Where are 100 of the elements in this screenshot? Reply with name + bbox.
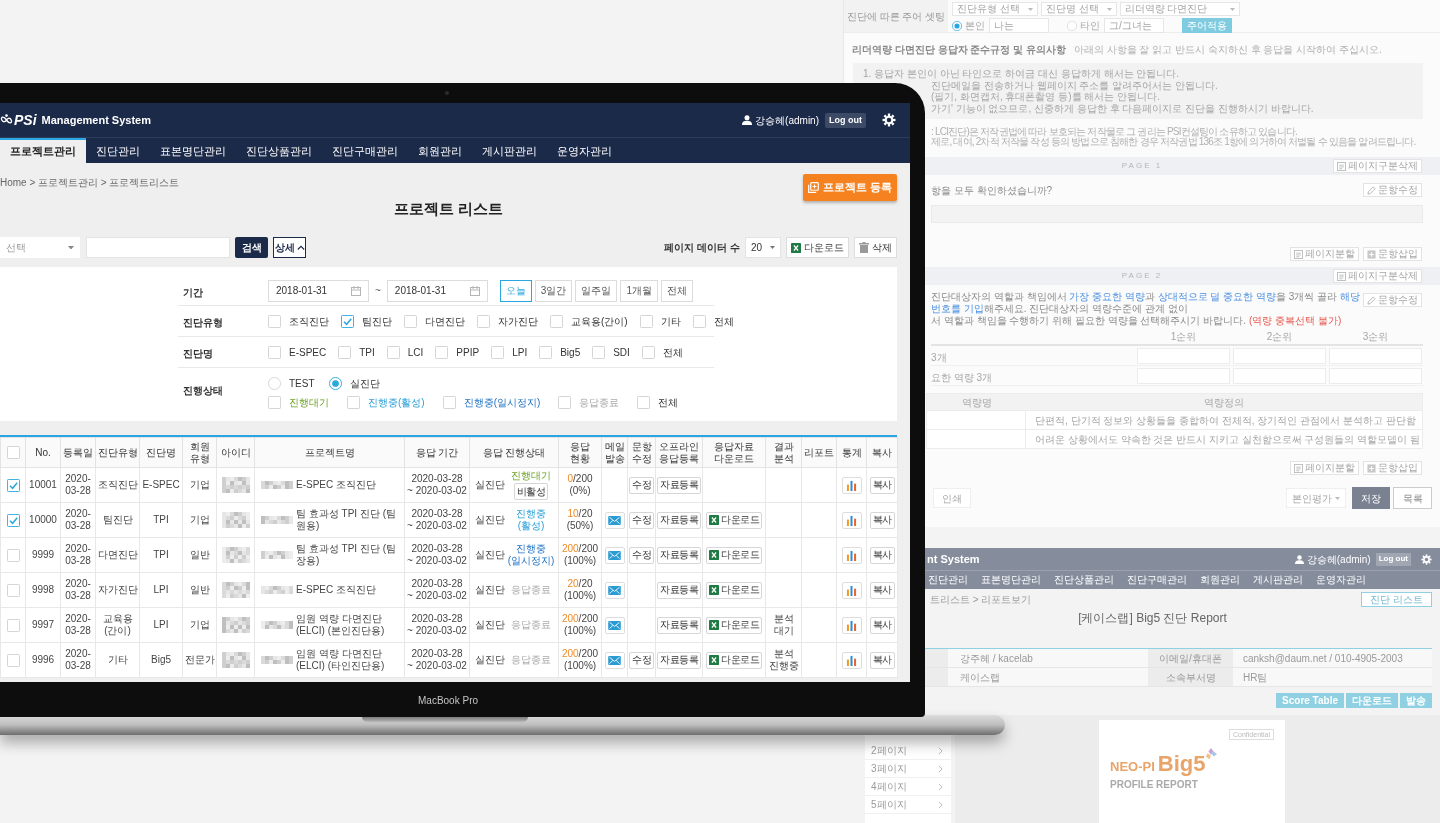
copy-button[interactable]: 복사 — [869, 476, 895, 494]
detail-button[interactable]: 상세 — [273, 237, 306, 258]
range-button[interactable]: 1개월 — [620, 279, 658, 302]
radio-button[interactable] — [952, 20, 962, 31]
checkbox[interactable] — [6, 478, 20, 492]
checkbox[interactable] — [477, 314, 490, 328]
upload-button[interactable]: 자료등록 — [657, 651, 701, 669]
nav-tab[interactable]: 표본명단관리 — [150, 138, 236, 163]
download-button[interactable]: 다운로드 — [786, 237, 849, 258]
checkbox[interactable] — [550, 314, 563, 328]
edit-button[interactable]: 수정 — [629, 651, 654, 669]
delete-button[interactable]: 삭제 — [854, 237, 897, 258]
checkbox[interactable] — [639, 314, 653, 328]
checkbox[interactable] — [6, 548, 20, 562]
radio-button[interactable] — [1067, 20, 1077, 31]
list-button[interactable]: 목록 — [1393, 487, 1432, 509]
range-button[interactable]: 전체 — [660, 279, 693, 302]
rank-field[interactable] — [1329, 347, 1422, 364]
checkbox[interactable] — [539, 345, 553, 359]
caret-down-icon — [1335, 496, 1340, 500]
mail-button[interactable] — [604, 511, 625, 529]
checkbox[interactable] — [442, 396, 456, 409]
edit-button[interactable]: 수정 — [629, 511, 654, 529]
breadcrumb: 트리스트 > 리포트보기 — [930, 594, 1032, 606]
rank-field[interactable] — [1137, 347, 1230, 364]
mail-button[interactable] — [604, 651, 625, 669]
nav-tab[interactable]: 회원관리 — [408, 138, 472, 163]
nav-tab[interactable]: 프로젝트관리 — [0, 138, 86, 163]
period-start: 2020-03-28 — [411, 543, 463, 555]
checkbox[interactable] — [341, 314, 354, 328]
stats-button[interactable] — [841, 651, 862, 669]
checkbox[interactable] — [6, 446, 20, 459]
upload-button[interactable]: 자료등록 — [657, 511, 701, 529]
copy-button[interactable]: 복사 — [869, 616, 895, 634]
checkbox[interactable] — [6, 653, 20, 667]
checkbox[interactable] — [435, 345, 449, 359]
nav-tab[interactable]: 진단구매관리 — [322, 138, 408, 163]
checkbox[interactable] — [637, 396, 651, 409]
checkbox[interactable] — [6, 583, 20, 597]
checkbox[interactable] — [268, 314, 281, 328]
upload-button[interactable]: 자료등록 — [657, 616, 701, 634]
edit-button[interactable]: 수정 — [629, 546, 654, 564]
download-button[interactable]: 다운로드 — [706, 651, 762, 669]
upload-button[interactable]: 자료등록 — [657, 476, 701, 494]
radio-button[interactable] — [268, 377, 281, 390]
edit-button[interactable]: 수정 — [629, 476, 654, 494]
download-button[interactable]: 다운로드 — [706, 546, 762, 564]
copy-button[interactable]: 복사 — [869, 651, 895, 669]
checkbox[interactable] — [491, 345, 505, 359]
range-button[interactable]: 3일간 — [534, 279, 573, 302]
search-button[interactable]: 검색 — [235, 237, 268, 258]
checkbox[interactable] — [6, 513, 20, 527]
checkbox[interactable] — [404, 314, 417, 328]
stats-button[interactable] — [841, 581, 862, 599]
date-field[interactable]: 2018-01-31 — [268, 279, 369, 302]
upload-button[interactable]: 자료등록 — [657, 581, 701, 599]
range-button[interactable]: 일주일 — [575, 279, 618, 302]
nav-tab[interactable]: 게시판관리 — [472, 138, 547, 163]
checkbox[interactable] — [386, 345, 400, 359]
radio-button[interactable] — [328, 377, 342, 390]
checkbox[interactable] — [268, 345, 281, 359]
upload-button[interactable]: 자료등록 — [657, 546, 701, 564]
mail-button[interactable] — [604, 581, 625, 599]
checkbox[interactable] — [268, 396, 281, 409]
download-button[interactable]: 다운로드 — [706, 511, 762, 529]
project-name: 임원 역량 다면진단(ELCI) (타인진단용) — [296, 648, 386, 672]
save-button[interactable]: 저장 — [1352, 487, 1390, 509]
stats-button[interactable] — [841, 476, 862, 494]
nav-tab[interactable]: 진단관리 — [86, 138, 150, 163]
info-value: 케이스랩 — [948, 668, 1148, 686]
mail-button[interactable] — [604, 616, 625, 634]
logout-button[interactable]: Log out — [825, 112, 866, 128]
date-field[interactable]: 2018-01-31 — [386, 279, 488, 302]
deactivate-button[interactable]: 비활성 — [513, 483, 549, 500]
checkbox-label: LCI — [407, 345, 424, 360]
download-button[interactable]: 다운로드 — [706, 581, 762, 599]
copy-button[interactable]: 복사 — [869, 511, 895, 529]
checkbox[interactable] — [6, 618, 20, 632]
checkbox[interactable] — [338, 345, 352, 359]
stats-button[interactable] — [841, 616, 862, 634]
stats-button[interactable] — [841, 511, 862, 529]
checkbox-label: 전체 — [662, 345, 683, 360]
checkbox[interactable] — [347, 396, 360, 409]
settings-icon[interactable] — [882, 113, 896, 127]
nav-tab[interactable]: 진단상품관리 — [236, 138, 322, 163]
download-button[interactable]: 다운로드 — [706, 616, 762, 634]
rank-field[interactable] — [1233, 347, 1326, 364]
copy-button[interactable]: 복사 — [869, 581, 895, 599]
status-text: 응답종료 — [511, 619, 551, 631]
checkbox[interactable] — [641, 345, 655, 359]
stats-button[interactable] — [841, 546, 862, 564]
nav-tab[interactable]: 운영자관리 — [547, 138, 622, 163]
search-field[interactable] — [86, 237, 230, 258]
copy-button[interactable]: 복사 — [869, 546, 895, 564]
checkbox[interactable] — [592, 345, 606, 359]
checkbox[interactable] — [558, 396, 572, 409]
checkbox[interactable] — [692, 314, 706, 328]
table-cell: 전문가 — [182, 642, 217, 678]
page-size-dropdown[interactable]: 20 — [745, 237, 781, 258]
mail-button[interactable] — [604, 546, 625, 564]
